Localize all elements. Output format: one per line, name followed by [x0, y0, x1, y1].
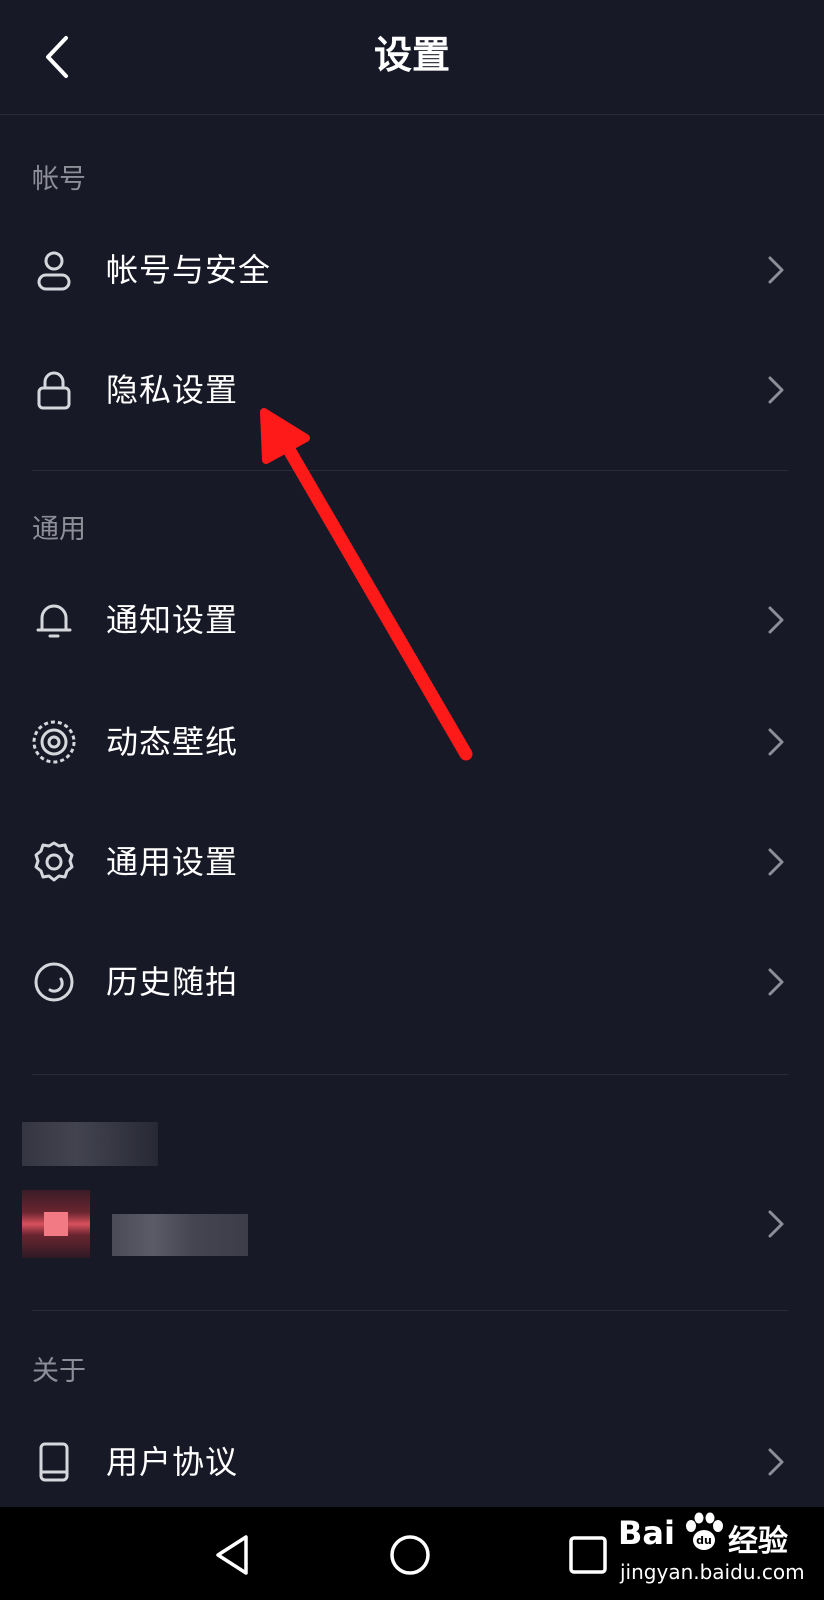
circle-home-icon[interactable]	[382, 1527, 438, 1583]
svg-text:du: du	[696, 1534, 712, 1547]
baidu-jingyan-watermark: Bai du 经验 jingyan.baidu.com	[618, 1510, 810, 1596]
settings-screen: 设置 帐号 帐号与安全 隐私设置 通用 通知设置 动态壁纸 通用设置 历史随拍 …	[0, 0, 824, 1507]
watermark-brand-suffix: 经验	[728, 1524, 788, 1559]
paw-logo-icon: du	[686, 1512, 723, 1550]
watermark-brand: Bai	[618, 1514, 675, 1552]
annotation-arrow	[260, 408, 473, 761]
square-recent-icon[interactable]	[560, 1527, 616, 1583]
watermark-url: jingyan.baidu.com	[620, 1560, 805, 1584]
triangle-back-icon[interactable]	[206, 1527, 262, 1583]
